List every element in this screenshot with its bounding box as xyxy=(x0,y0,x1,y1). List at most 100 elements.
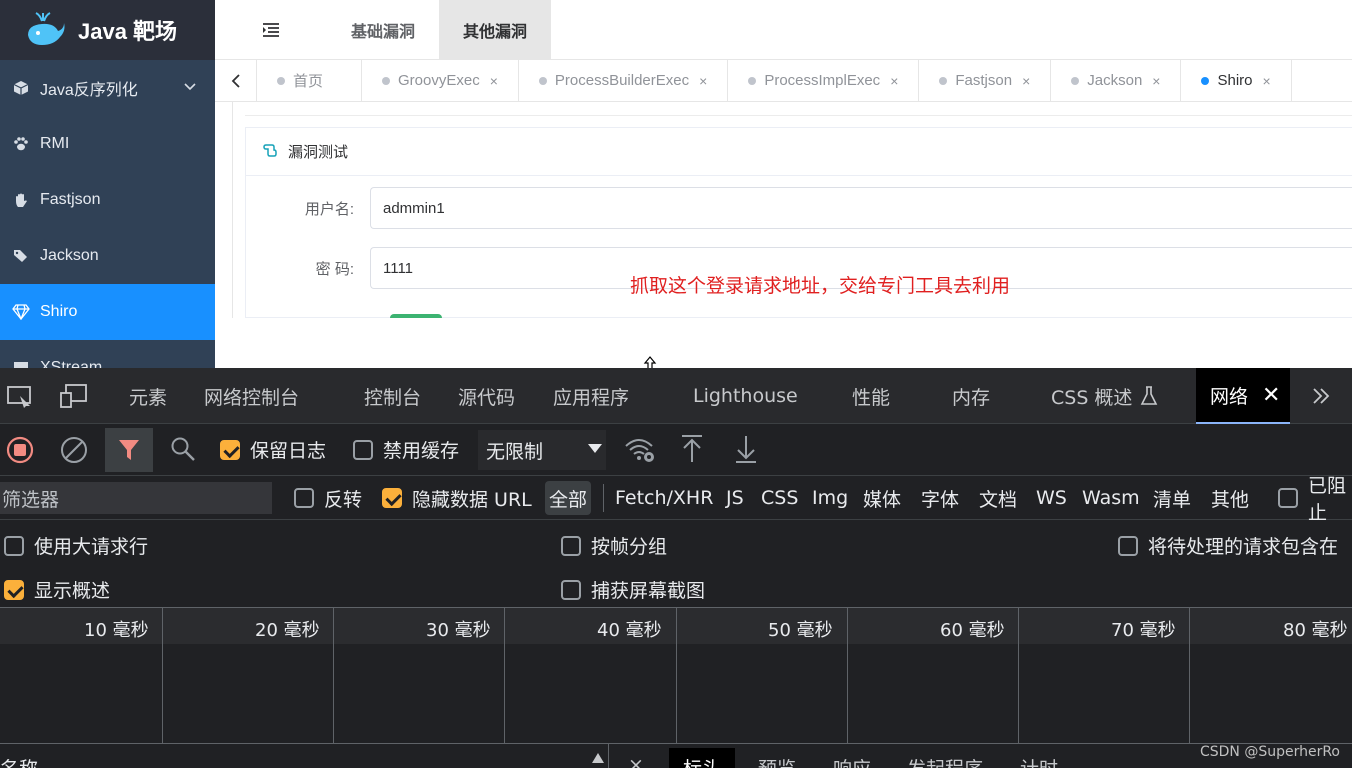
filter-type-ws[interactable]: WS xyxy=(1036,476,1067,520)
network-conditions-icon[interactable] xyxy=(624,436,656,468)
filter-type-manifest[interactable]: 清单 xyxy=(1153,476,1191,520)
capture-screenshots-option[interactable]: 捕获屏幕截图 xyxy=(561,576,705,603)
tab-performance[interactable]: 性能 xyxy=(852,368,890,424)
device-toolbar-icon[interactable] xyxy=(58,368,88,424)
import-har-icon[interactable] xyxy=(680,434,704,468)
filter-input[interactable]: 筛选器 xyxy=(0,482,272,514)
filter-type-js[interactable]: JS xyxy=(726,476,744,520)
tab-preview[interactable]: 预览 xyxy=(758,754,796,768)
timeline-gridline xyxy=(1018,608,1019,744)
close-icon[interactable]: × xyxy=(890,73,898,89)
preserve-log-label: 保留日志 xyxy=(250,440,327,462)
brand[interactable]: Java 靶场 xyxy=(0,0,215,60)
disable-cache-checkbox[interactable] xyxy=(353,440,373,460)
invert-checkbox[interactable] xyxy=(294,488,314,508)
nav-tab-basic-vulns[interactable]: 基础漏洞 xyxy=(327,0,439,59)
tab-response[interactable]: 响应 xyxy=(833,754,871,768)
search-icon[interactable] xyxy=(170,436,196,466)
dropdown-arrow-icon xyxy=(588,444,602,453)
sidebar-item-shiro[interactable]: Shiro xyxy=(0,284,215,340)
filter-type-other[interactable]: 其他 xyxy=(1211,476,1249,520)
filter-type-doc[interactable]: 文档 xyxy=(979,476,1017,520)
capture-screenshots-label: 捕获屏幕截图 xyxy=(591,580,706,602)
tab-lighthouse[interactable]: Lighthouse xyxy=(693,368,798,424)
include-pending-option[interactable]: 将待处理的请求包含在 xyxy=(1118,532,1352,559)
sidebar-item-xstream[interactable]: XStream xyxy=(0,340,215,368)
group-by-frame-checkbox[interactable] xyxy=(561,535,581,556)
throttling-select[interactable]: 无限制 xyxy=(478,430,606,470)
filter-type-wasm[interactable]: Wasm xyxy=(1082,476,1140,520)
tags-icon xyxy=(12,247,30,265)
submit-button[interactable] xyxy=(390,314,442,318)
page-tag-fastjson[interactable]: Fastjson × xyxy=(919,60,1052,101)
tab-console[interactable]: 控制台 xyxy=(364,368,421,424)
capture-screenshots-checkbox[interactable] xyxy=(561,579,581,600)
hand-icon xyxy=(12,191,30,209)
filter-type-all[interactable]: 全部 xyxy=(545,481,592,515)
tab-network-console[interactable]: 网络控制台 xyxy=(204,368,299,424)
page-tag-home[interactable]: 首页 xyxy=(257,60,362,101)
big-rows-option[interactable]: 使用大请求行 xyxy=(4,532,148,559)
page-tag-label: Jackson xyxy=(1087,72,1143,89)
filter-type-media[interactable]: 媒体 xyxy=(863,476,901,520)
page-tag-shiro[interactable]: Shiro × xyxy=(1181,60,1292,101)
preserve-log-checkbox[interactable] xyxy=(220,440,240,460)
sidebar-item-java-deserialization[interactable]: Java反序列化 xyxy=(0,60,215,116)
group-by-frame-option[interactable]: 按帧分组 xyxy=(561,532,667,559)
panel-divider[interactable] xyxy=(608,744,609,768)
filter-type-css[interactable]: CSS xyxy=(761,476,798,520)
more-tabs-icon[interactable] xyxy=(1310,368,1332,424)
filter-type-img[interactable]: Img xyxy=(812,476,848,520)
filter-type-fetch-xhr[interactable]: Fetch/XHR xyxy=(615,476,713,520)
close-icon[interactable]: × xyxy=(1152,73,1160,89)
sidebar-item-label: Jackson xyxy=(40,247,99,264)
page-tag-processimplexec[interactable]: ProcessImplExec × xyxy=(728,60,920,101)
include-pending-checkbox[interactable] xyxy=(1118,535,1138,556)
page-tag-jackson[interactable]: Jackson × xyxy=(1051,60,1182,101)
sidebar-item-rmi[interactable]: RMI xyxy=(0,116,215,172)
name-column-header[interactable]: 名称 xyxy=(0,754,38,768)
show-overview-checkbox[interactable] xyxy=(4,579,24,600)
sidebar-item-jackson[interactable]: Jackson xyxy=(0,228,215,284)
tab-timing[interactable]: 计时 xyxy=(1020,754,1058,768)
export-har-icon[interactable] xyxy=(734,434,758,468)
nav-tab-other-vulns[interactable]: 其他漏洞 xyxy=(439,0,551,59)
inspect-element-icon[interactable] xyxy=(6,368,34,424)
web-app: Java 靶场 Java反序列化 RMI Fastjson Jackson Sh… xyxy=(0,0,1352,368)
timeline-tick-label: 10 毫秒 xyxy=(84,620,149,641)
tab-elements[interactable]: 元素 xyxy=(129,368,167,424)
network-overview-timeline[interactable]: 10 毫秒 20 毫秒 30 毫秒 40 毫秒 50 毫秒 60 毫秒 70 毫… xyxy=(0,608,1352,744)
big-rows-checkbox[interactable] xyxy=(4,535,24,556)
tab-application[interactable]: 应用程序 xyxy=(553,368,629,424)
close-icon[interactable]: ✕ xyxy=(1262,383,1280,408)
blocked-checkbox[interactable] xyxy=(1278,488,1298,508)
close-icon[interactable]: × xyxy=(1022,73,1030,89)
tab-css-overview[interactable]: CSS 概述 xyxy=(1051,368,1158,424)
resize-cursor-icon xyxy=(642,356,658,368)
tab-headers[interactable]: 标头 xyxy=(669,748,736,768)
clear-icon[interactable] xyxy=(60,436,88,468)
group-by-frame-label: 按帧分组 xyxy=(591,536,668,558)
close-icon[interactable]: × xyxy=(490,73,498,89)
tab-initiator[interactable]: 发起程序 xyxy=(907,754,983,768)
hide-data-url-checkbox[interactable] xyxy=(382,488,402,508)
hamburger-button[interactable] xyxy=(215,0,327,59)
tab-sources[interactable]: 源代码 xyxy=(458,368,515,424)
record-stop-icon[interactable] xyxy=(6,436,34,468)
tags-scroll-left-button[interactable] xyxy=(215,60,257,101)
filter-type-font[interactable]: 字体 xyxy=(921,476,959,520)
page-tag-groovyexec[interactable]: GroovyExec × xyxy=(362,60,519,101)
sidebar-item-fastjson[interactable]: Fastjson xyxy=(0,172,215,228)
page-tag-processbuilderexec[interactable]: ProcessBuilderExec × xyxy=(519,60,729,101)
close-detail-icon[interactable]: × xyxy=(628,754,644,768)
close-icon[interactable]: × xyxy=(1263,73,1271,89)
show-overview-option[interactable]: 显示概述 xyxy=(4,576,110,603)
close-icon[interactable]: × xyxy=(699,73,707,89)
tab-network[interactable]: 网络 ✕ xyxy=(1196,368,1291,424)
hand-pointer-icon xyxy=(262,142,278,162)
filter-toggle-icon[interactable] xyxy=(105,428,153,472)
username-input[interactable]: admmin1 xyxy=(370,187,1352,229)
disable-cache-label: 禁用缓存 xyxy=(383,440,460,462)
tab-memory[interactable]: 内存 xyxy=(952,368,990,424)
timeline-gridline xyxy=(847,608,848,744)
